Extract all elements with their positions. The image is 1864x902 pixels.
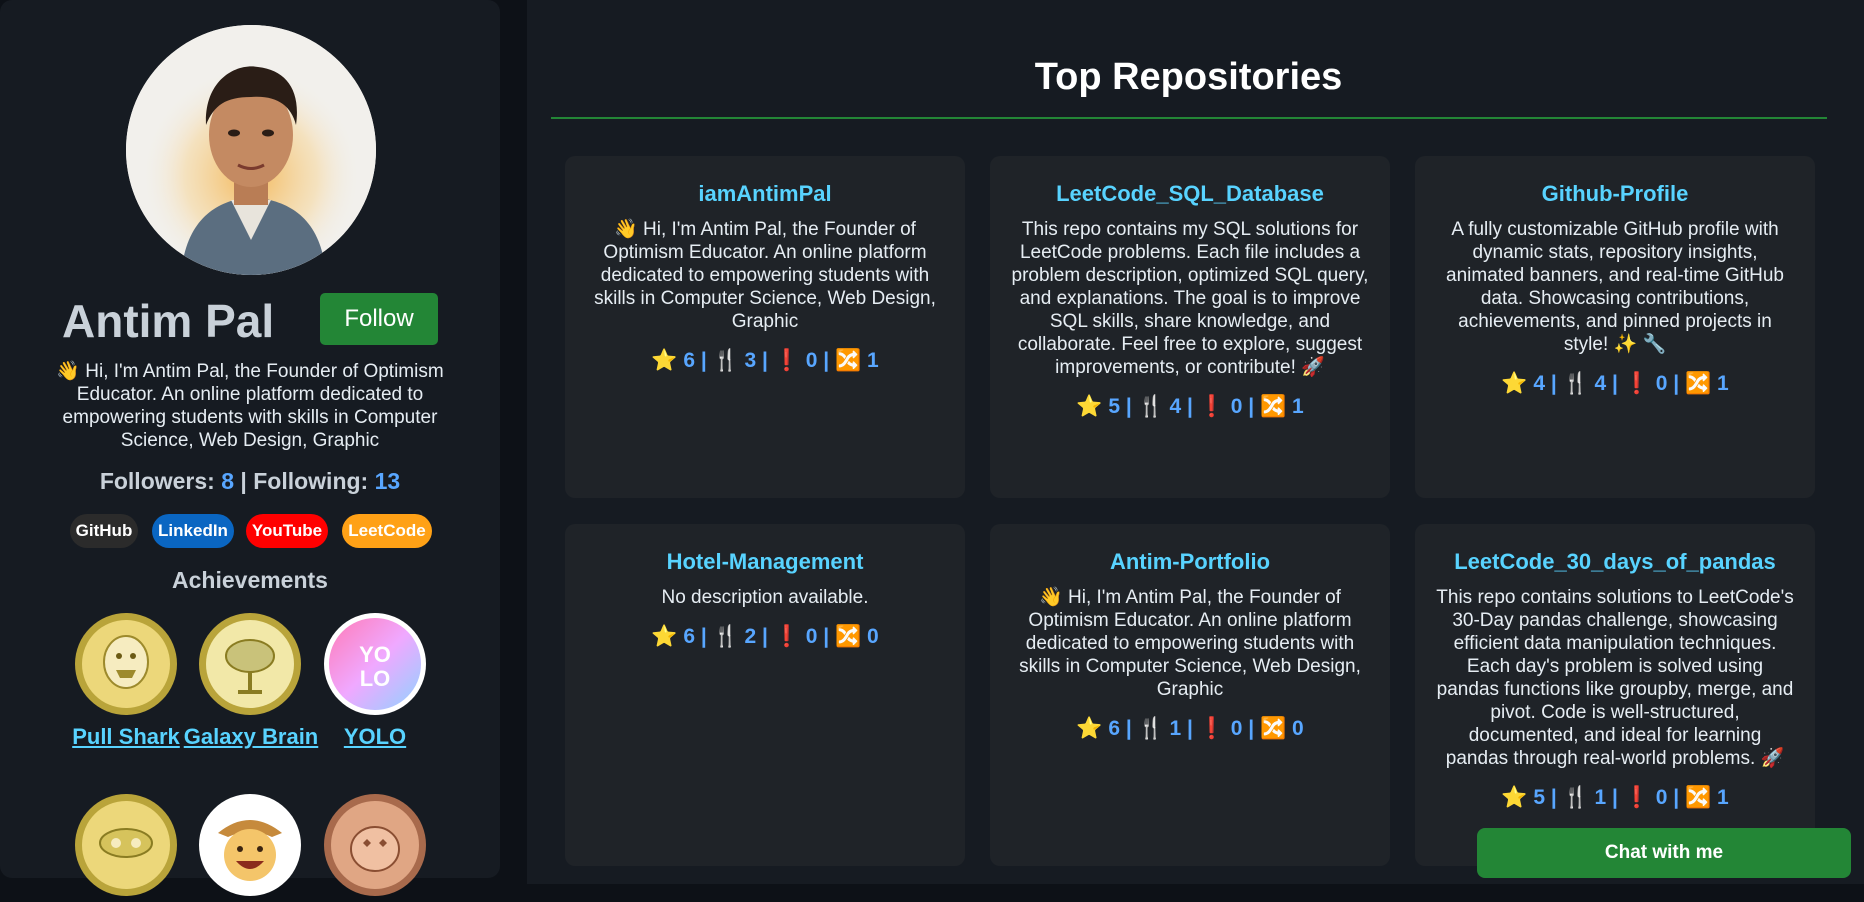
repo-stats: ⭐ 6 | 🍴 2 | ❗ 0 | 🔀 0 bbox=[651, 625, 879, 648]
repo-name[interactable]: Antim-Portfolio bbox=[990, 548, 1390, 576]
repo-card[interactable]: LeetCode_SQL_Database This repo contains… bbox=[990, 156, 1390, 498]
repo-stats: ⭐ 6 | 🍴 3 | ❗ 0 | 🔀 1 bbox=[651, 349, 879, 372]
yolo-icon[interactable]: YO LO bbox=[323, 612, 427, 716]
profile-bio: 👋 Hi, I'm Antim Pal, the Founder of Opti… bbox=[56, 361, 444, 451]
achievements-title: Achievements bbox=[172, 567, 328, 593]
badge-pull-shark[interactable]: Pull Shark bbox=[56, 724, 196, 750]
stats-separator: | bbox=[240, 468, 247, 494]
repo-description: 👋 Hi, I'm Antim Pal, the Founder of Opti… bbox=[594, 219, 936, 332]
page-title: Top Repositories bbox=[1034, 56, 1343, 98]
pair-extraordinaire-icon[interactable] bbox=[74, 793, 178, 897]
repo-card[interactable]: Antim-Portfolio 👋 Hi, I'm Antim Pal, the… bbox=[990, 524, 1390, 866]
followers-count[interactable]: 8 bbox=[221, 468, 234, 494]
leetcode-link[interactable]: LeetCode bbox=[342, 514, 432, 548]
repo-name[interactable]: LeetCode_30_days_of_pandas bbox=[1415, 548, 1815, 576]
repo-description: A fully customizable GitHub profile with… bbox=[1446, 219, 1784, 355]
profile-header: Antim Pal Follow bbox=[0, 292, 500, 348]
following-label: Following: bbox=[253, 468, 369, 494]
repo-description: No description available. bbox=[661, 587, 869, 608]
repo-name[interactable]: iamAntimPal bbox=[565, 180, 965, 208]
profile-name: Antim Pal bbox=[62, 295, 275, 347]
repo-stats: ⭐ 6 | 🍴 1 | ❗ 0 | 🔀 0 bbox=[1076, 717, 1304, 740]
repo-name[interactable]: Hotel-Management bbox=[565, 548, 965, 576]
follow-stats: Followers: 8 | Following: 13 bbox=[0, 468, 500, 495]
quickdraw-icon[interactable] bbox=[323, 793, 427, 897]
repo-description: This repo contains my SQL solutions for … bbox=[1011, 219, 1369, 378]
pull-shark-icon[interactable] bbox=[74, 612, 178, 716]
repo-stats: ⭐ 5 | 🍴 4 | ❗ 0 | 🔀 1 bbox=[1076, 395, 1304, 418]
galaxy-brain-icon[interactable] bbox=[198, 612, 302, 716]
svg-text:LO: LO bbox=[360, 666, 391, 691]
repo-stats: ⭐ 5 | 🍴 1 | ❗ 0 | 🔀 1 bbox=[1501, 786, 1729, 809]
profile-sidebar: Antim Pal Follow 👋 Hi, I'm Antim Pal, th… bbox=[0, 0, 500, 896]
svg-text:YO: YO bbox=[359, 642, 391, 667]
repo-stats: ⭐ 4 | 🍴 4 | ❗ 0 | 🔀 1 bbox=[1501, 372, 1729, 395]
chat-button[interactable]: Chat with me bbox=[1477, 828, 1851, 878]
youtube-link[interactable]: YouTube bbox=[246, 514, 328, 548]
starstruck-cowboy-icon[interactable] bbox=[198, 793, 302, 897]
repo-card[interactable]: Hotel-Management No description availabl… bbox=[565, 524, 965, 866]
follow-button[interactable]: Follow bbox=[320, 293, 438, 345]
badge-galaxy-brain[interactable]: Galaxy Brain bbox=[181, 724, 321, 750]
avatar bbox=[126, 25, 376, 275]
following-count[interactable]: 13 bbox=[375, 468, 401, 494]
title-divider bbox=[551, 117, 1827, 119]
repo-name[interactable]: Github-Profile bbox=[1415, 180, 1815, 208]
repo-description: 👋 Hi, I'm Antim Pal, the Founder of Opti… bbox=[1019, 587, 1361, 700]
github-link[interactable]: GitHub bbox=[70, 514, 138, 548]
repo-name[interactable]: LeetCode_SQL_Database bbox=[990, 180, 1390, 208]
repo-card[interactable]: LeetCode_30_days_of_pandas This repo con… bbox=[1415, 524, 1815, 866]
repo-card[interactable]: Github-Profile A fully customizable GitH… bbox=[1415, 156, 1815, 498]
badge-yolo[interactable]: YOLO bbox=[305, 724, 445, 750]
repo-card[interactable]: iamAntimPal 👋 Hi, I'm Antim Pal, the Fou… bbox=[565, 156, 965, 498]
linkedin-link[interactable]: LinkedIn bbox=[152, 514, 234, 548]
followers-label: Followers: bbox=[99, 468, 215, 494]
repo-description: This repo contains solutions to LeetCode… bbox=[1436, 587, 1794, 769]
